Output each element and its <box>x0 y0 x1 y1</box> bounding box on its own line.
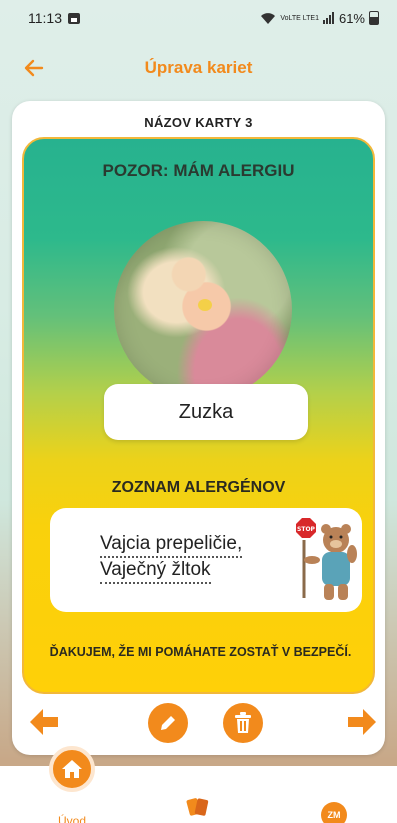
app-header: Úprava kariet <box>0 48 397 88</box>
allergen-list: Vajcia prepeličie, Vaječný žltok <box>100 532 270 584</box>
profile-avatar-button[interactable]: ZM <box>321 802 347 823</box>
gallery-notification-icon <box>68 12 80 24</box>
allergy-warning-title: POZOR: MÁM ALERGIU <box>102 161 295 180</box>
wifi-icon <box>261 12 276 24</box>
stop-sign-text: STOP <box>297 526 316 533</box>
profile-photo <box>114 221 292 399</box>
battery-icon <box>369 11 379 25</box>
status-right: VoLTE LTE1 61% <box>260 11 379 26</box>
delete-card-button[interactable] <box>223 703 263 743</box>
person-name-box: Zuzka <box>104 384 308 440</box>
nav-home-label: Úvod <box>58 814 87 823</box>
home-icon <box>62 760 82 778</box>
battery-percent: 61% <box>338 10 365 26</box>
edit-card-button[interactable] <box>148 703 188 743</box>
card-name-label: NÁZOV KARTY 3 <box>144 115 253 130</box>
previous-card-arrow-icon[interactable] <box>30 709 58 735</box>
allergen-item: Vaječný žltok <box>100 558 211 584</box>
pencil-icon <box>161 716 175 730</box>
status-bar: 11:13 VoLTE LTE1 61% <box>0 0 397 36</box>
cards-nav-icon[interactable] <box>186 796 210 818</box>
allergy-card: POZOR: MÁM ALERGIU Zuzka ZOZNAM ALERGÉNO… <box>22 137 375 694</box>
network-label: VoLTE LTE1 <box>280 14 319 22</box>
status-left: 11:13 <box>28 10 80 26</box>
flower-in-photo <box>198 299 212 311</box>
back-arrow-icon[interactable] <box>22 56 46 80</box>
allergen-list-box: Vajcia prepeličie, Vaječný žltok STOP <box>50 508 362 612</box>
page-title: Úprava kariet <box>144 58 253 77</box>
allergen-item: Vajcia prepeličie, <box>100 532 243 558</box>
nav-home-button[interactable] <box>49 746 95 792</box>
status-time: 11:13 <box>28 10 62 26</box>
bear-stop-sign-icon: STOP <box>296 518 357 600</box>
card-container: NÁZOV KARTY 3 POZOR: MÁM ALERGIU Zuzka Z… <box>12 101 385 755</box>
bottom-nav: Úvod ZM <box>0 746 397 823</box>
card-action-row <box>12 701 385 745</box>
signal-icon <box>322 12 334 24</box>
person-name: Zuzka <box>178 400 234 423</box>
allergen-list-title: ZOZNAM ALERGÉNOV <box>111 479 286 496</box>
thanks-message: ĎAKUJEM, ŽE MI POMÁHATE ZOSTAŤ V BEZPEČÍ… <box>49 645 352 659</box>
next-card-arrow-icon[interactable] <box>348 709 376 735</box>
trash-icon <box>235 712 251 733</box>
